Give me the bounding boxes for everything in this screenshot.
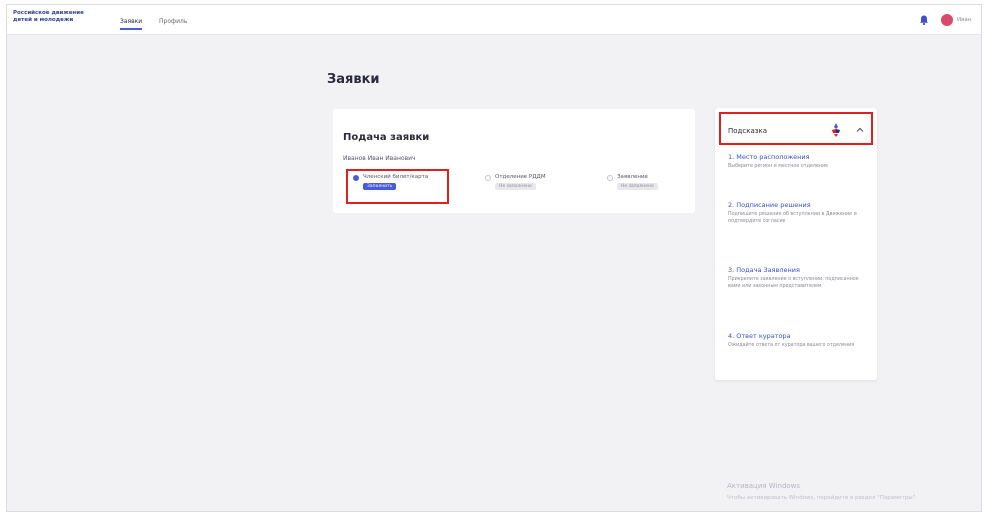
hint-step-title[interactable]: 1. Место расположения <box>728 153 868 161</box>
hint-step-text: Прикрепите заявление о вступлении, подпи… <box>728 277 859 289</box>
radio-unselected-icon[interactable] <box>607 175 613 181</box>
option-label: Заявление <box>617 174 648 180</box>
hint-step-title[interactable]: 3. Подача Заявления <box>728 266 868 274</box>
nav-tab-profile[interactable]: Профиль <box>159 18 187 25</box>
hint-step-title[interactable]: 2. Подписание решения <box>728 201 868 209</box>
logo-line-2: детей и молодежи <box>13 17 74 23</box>
application-card: Подача заявки Иванов Иван Иванович Членс… <box>333 109 695 213</box>
highlight-box-option <box>346 169 449 204</box>
hint-step-2: 2. Подписание решения Подпишите решение … <box>728 201 868 225</box>
hint-step-title[interactable]: 4. Ответ куратора <box>728 332 868 340</box>
windows-activation-title: Активация Windows <box>727 482 801 490</box>
hint-step-4: 4. Ответ куратора Ожидайте ответа от кур… <box>728 332 868 349</box>
page-title: Заявки <box>327 72 380 87</box>
radio-unselected-icon[interactable] <box>485 175 491 181</box>
logo-line-1: Российское движение <box>13 10 84 16</box>
option-status-badge: Не заполнено <box>495 183 536 190</box>
nav-tab-applications[interactable]: Заявки <box>120 18 143 30</box>
hint-step-text: Выберите регион и местное отделение <box>728 164 829 169</box>
applicant-name: Иванов Иван Иванович <box>343 155 416 162</box>
option-label: Отделение РДДМ <box>495 174 546 180</box>
logo[interactable]: Российское движение детей и молодежи <box>13 10 84 24</box>
active-tab-indicator <box>120 28 143 30</box>
hint-step-3: 3. Подача Заявления Прикрепите заявление… <box>728 266 868 290</box>
avatar[interactable] <box>941 14 953 26</box>
top-header: Российское движение детей и молодежи Зая… <box>7 5 981 35</box>
hint-step-1: 1. Место расположения Выберите регион и … <box>728 153 868 170</box>
nav-tab-profile-label: Профиль <box>159 18 188 25</box>
user-name[interactable]: Иван <box>957 17 971 23</box>
windows-activation-subtitle: Чтобы активировать Windows, перейдите в … <box>727 495 917 501</box>
hints-panel: Подсказка 1. Место расположения Выберите… <box>715 108 877 380</box>
option-status-badge: Не заполнено <box>617 183 658 190</box>
app-window: Российское движение детей и молодежи Зая… <box>6 4 982 512</box>
nav-tab-applications-label: Заявки <box>120 18 143 25</box>
notification-bell-icon[interactable] <box>918 14 930 26</box>
card-title: Подача заявки <box>343 132 430 143</box>
highlight-box-hints <box>719 112 873 145</box>
hint-step-text: Ожидайте ответа от куратора вашего отдел… <box>728 343 855 348</box>
hint-step-text: Подпишите решение об вступлении в Движен… <box>728 212 857 224</box>
